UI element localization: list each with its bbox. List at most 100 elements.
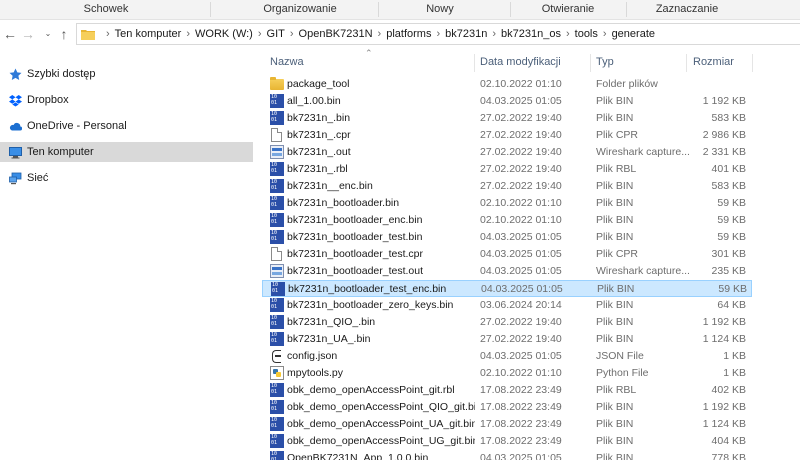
file-row[interactable]: obk_demo_openAccessPoint_QIO_git.bin 17.0…	[262, 399, 752, 416]
file-size: 1 124 KB	[702, 418, 746, 430]
file-row[interactable]: obk_demo_openAccessPoint_UG_git.bin 17.08…	[262, 433, 752, 450]
file-row[interactable]: bk7231n_QIO_.bin 27.02.2022 19:40 Plik BIN…	[262, 314, 752, 331]
breadcrumb-item[interactable]: GIT	[267, 28, 285, 40]
address-bar[interactable]: › Ten komputer › WORK (W:) › GIT › OpenBK7231N ›…	[76, 23, 800, 45]
file-row[interactable]: bk7231n_bootloader_test.bin 04.03.2025 01…	[262, 229, 752, 246]
file-row[interactable]: bk7231n_.cpr 27.02.2022 19:40 Plik CPR 2 98…	[262, 127, 752, 144]
file-row[interactable]: obk_demo_openAccessPoint_git.rbl 17.08.20…	[262, 382, 752, 399]
column-divider[interactable]	[752, 54, 753, 72]
sidebar-item-label: Szybki dostęp	[27, 68, 96, 80]
breadcrumb-item[interactable]: platforms	[386, 28, 431, 40]
folder-icon	[270, 77, 284, 90]
file-row[interactable]: bk7231n_.bin 27.02.2022 19:40 Plik BIN 583 …	[262, 110, 752, 127]
file-row[interactable]: obk_demo_openAccessPoint_UA_git.bin 17.08…	[262, 416, 752, 433]
file-row[interactable]: bk7231n_bootloader.bin 02.10.2022 01:10 Pl…	[262, 195, 752, 212]
file-row[interactable]: all_1.00.bin 04.03.2025 01:05 Plik BIN 1 19…	[262, 93, 752, 110]
arrow-right-icon[interactable]: →	[20, 25, 36, 43]
file-row[interactable]: mpytools.py 02.10.2022 01:10 Python File 1 …	[262, 365, 752, 382]
arrow-up-icon[interactable]: ↑	[56, 25, 72, 43]
file-row[interactable]: package_tool 02.10.2022 01:10 Folder plikó…	[262, 76, 752, 93]
column-header-name[interactable]: Nazwa	[270, 56, 304, 68]
breadcrumb-item[interactable]: tools	[575, 28, 598, 40]
sidebar-item-network[interactable]: Sieć	[0, 168, 253, 188]
chevron-right-icon[interactable]: ›	[378, 28, 382, 40]
document-icon	[271, 247, 282, 261]
ribbon-group-open[interactable]: Otwieranie	[542, 3, 595, 15]
file-row[interactable]: bk7231n_bootloader_zero_keys.bin 03.06.20…	[262, 297, 752, 314]
binary-file-icon	[270, 332, 284, 346]
network-icon	[9, 172, 22, 185]
file-size: 401 KB	[711, 163, 746, 175]
file-name: bk7231n_bootloader_test.cpr	[287, 248, 424, 260]
file-name: bk7231n_bootloader_test.bin	[287, 231, 423, 243]
file-row[interactable]: OpenBK7231N_App_1.0.0.bin 04.03.2025 01:0…	[262, 450, 752, 460]
column-divider[interactable]	[686, 54, 687, 72]
binary-file-icon	[270, 383, 284, 397]
breadcrumb-item[interactable]: OpenBK7231N	[299, 28, 373, 40]
sidebar-item-quick-access[interactable]: Szybki dostęp	[0, 64, 253, 84]
file-size: 1 192 KB	[702, 401, 746, 413]
breadcrumb-item[interactable]: bk7231n	[445, 28, 487, 40]
arrow-left-icon[interactable]: ←	[2, 25, 18, 43]
column-header-size[interactable]: Rozmiar	[693, 56, 734, 68]
file-size: 583 KB	[711, 180, 746, 192]
file-name: config.json	[287, 350, 338, 362]
file-row[interactable]: bk7231n_.out 27.02.2022 19:40 Wireshark ca…	[262, 144, 752, 161]
breadcrumb: › Ten komputer › WORK (W:) › GIT › OpenBK7231N ›…	[101, 24, 655, 44]
column-header-date[interactable]: Data modyfikacji	[480, 56, 561, 68]
file-row[interactable]: bk7231n_.rbl 27.02.2022 19:40 Plik RBL 401 …	[262, 161, 752, 178]
ribbon-group-clipboard[interactable]: Schowek	[84, 3, 129, 15]
binary-file-icon	[270, 298, 284, 312]
chevron-right-icon[interactable]: ›	[106, 28, 110, 40]
ribbon-divider	[626, 2, 627, 17]
file-row[interactable]: bk7231n_bootloader_test_enc.bin 04.03.202…	[262, 280, 752, 297]
sidebar-item-label: Sieć	[27, 172, 49, 184]
file-date: 27.02.2022 19:40	[480, 112, 562, 124]
file-date: 02.10.2022 01:10	[480, 214, 562, 226]
file-type: Plik BIN	[596, 197, 634, 209]
file-name: package_tool	[287, 78, 350, 90]
file-date: 04.03.2025 01:05	[480, 452, 562, 460]
sidebar-item-dropbox[interactable]: Dropbox	[0, 90, 253, 110]
ribbon-group-select[interactable]: Zaznaczanie	[656, 3, 718, 15]
breadcrumb-item[interactable]: Ten komputer	[115, 28, 182, 40]
file-type: Plik BIN	[596, 435, 634, 447]
file-size: 402 KB	[711, 384, 746, 396]
chevron-right-icon[interactable]: ›	[258, 28, 262, 40]
file-row[interactable]: bk7231n_bootloader_enc.bin 02.10.2022 01:…	[262, 212, 752, 229]
ribbon-divider	[210, 2, 211, 17]
file-name: bk7231n_bootloader_test.out	[287, 265, 424, 277]
file-name: bk7231n__enc.bin	[287, 180, 373, 192]
breadcrumb-item[interactable]: bk7231n_os	[501, 28, 561, 40]
chevron-right-icon[interactable]: ›	[603, 28, 607, 40]
sidebar-item-this-pc[interactable]: Ten komputer	[0, 142, 253, 162]
file-size: 1 192 KB	[702, 95, 746, 107]
file-type: Plik BIN	[596, 452, 634, 460]
file-row[interactable]: bk7231n__enc.bin 27.02.2022 19:40 Plik BIN…	[262, 178, 752, 195]
file-row[interactable]: bk7231n_UA_.bin 27.02.2022 19:40 Plik BIN 1…	[262, 331, 752, 348]
file-row[interactable]: config.json 04.03.2025 01:05 JSON File 1 KB	[262, 348, 752, 365]
column-divider[interactable]	[590, 54, 591, 72]
file-name: bk7231n_.cpr	[287, 129, 351, 141]
chevron-right-icon[interactable]: ›	[566, 28, 570, 40]
breadcrumb-item[interactable]: WORK (W:)	[195, 28, 253, 40]
navigation-pane: Szybki dostęp Dropbox OneDrive - Persona…	[0, 52, 256, 460]
chevron-down-icon[interactable]: ⌄	[40, 25, 56, 43]
column-header-type[interactable]: Typ	[596, 56, 614, 68]
ribbon-group-new[interactable]: Nowy	[426, 3, 454, 15]
chevron-right-icon[interactable]: ›	[492, 28, 496, 40]
file-name: obk_demo_openAccessPoint_git.rbl	[287, 384, 455, 396]
file-date: 27.02.2022 19:40	[480, 146, 562, 158]
breadcrumb-item[interactable]: generate	[612, 28, 655, 40]
sidebar-item-label: OneDrive - Personal	[27, 120, 127, 132]
file-row[interactable]: bk7231n_bootloader_test.out 04.03.2025 01…	[262, 263, 752, 280]
chevron-right-icon[interactable]: ›	[290, 28, 294, 40]
file-row[interactable]: bk7231n_bootloader_test.cpr 04.03.2025 01…	[262, 246, 752, 263]
file-date: 17.08.2022 23:49	[480, 435, 562, 447]
chevron-right-icon[interactable]: ›	[436, 28, 440, 40]
file-date: 17.08.2022 23:49	[480, 384, 562, 396]
column-divider[interactable]	[474, 54, 475, 72]
chevron-right-icon[interactable]: ›	[186, 28, 190, 40]
ribbon-group-organize[interactable]: Organizowanie	[263, 3, 336, 15]
sidebar-item-onedrive[interactable]: OneDrive - Personal	[0, 116, 253, 136]
